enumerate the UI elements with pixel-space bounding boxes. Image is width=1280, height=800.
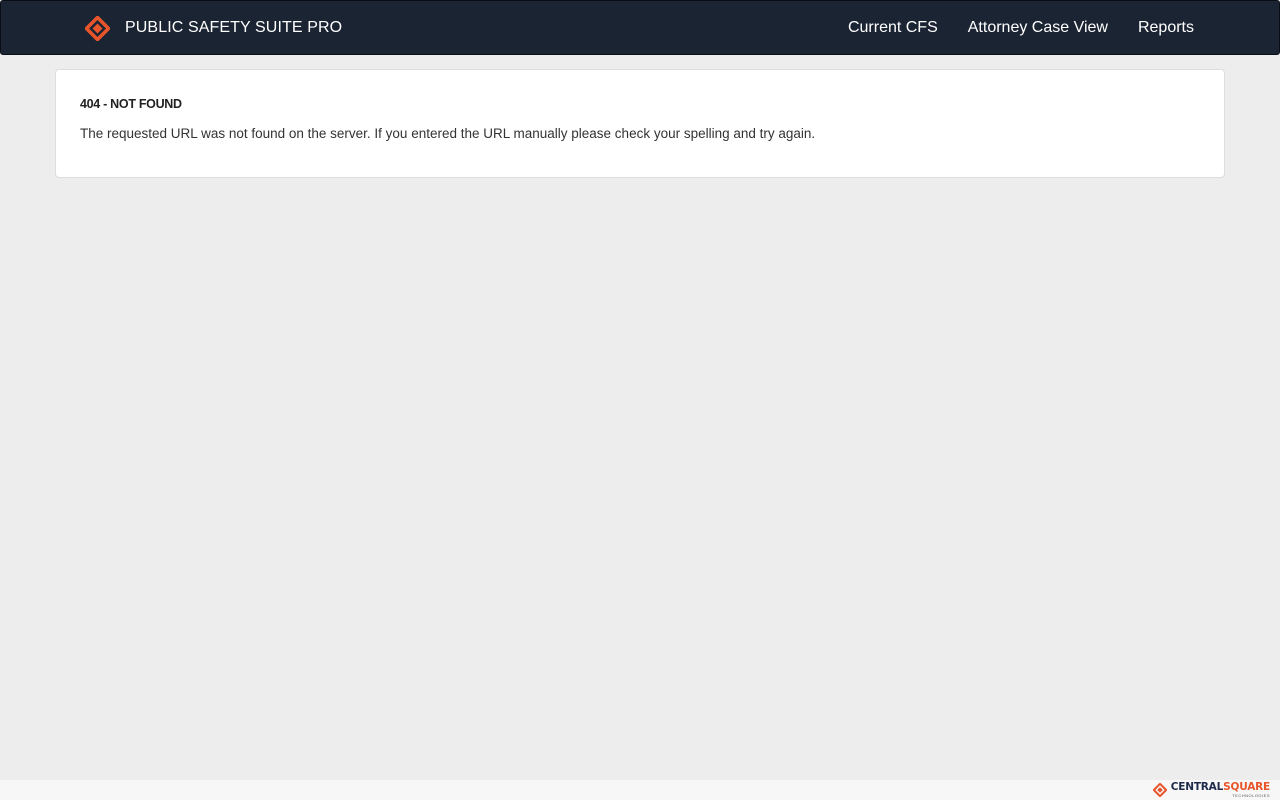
- nav-link-attorney-case-view[interactable]: Attorney Case View: [968, 19, 1108, 37]
- footer-brand-part-a: CENTRAL: [1170, 781, 1224, 794]
- brand-home-link[interactable]: PUBLIC SAFETY SUITE PRO: [85, 15, 342, 41]
- main-nav: Current CFS Attorney Case View Reports: [848, 1, 1194, 54]
- footer-logo-text: CENTRALSQUARE TECHNOLOGIES: [1171, 782, 1270, 798]
- footer-brand-name: CENTRALSQUARE: [1171, 782, 1270, 793]
- top-navbar: PUBLIC SAFETY SUITE PRO Current CFS Atto…: [0, 0, 1280, 55]
- centralsquare-logo-icon: [1152, 783, 1167, 797]
- centralsquare-logo-icon: [85, 15, 110, 41]
- nav-link-current-cfs[interactable]: Current CFS: [848, 19, 938, 37]
- footer-brand-part-b: SQUARE: [1223, 781, 1270, 794]
- error-panel: 404 - NOT FOUND The requested URL was no…: [55, 69, 1225, 178]
- nav-link-reports[interactable]: Reports: [1138, 19, 1194, 37]
- page-footer: CENTRALSQUARE TECHNOLOGIES: [0, 780, 1280, 800]
- error-message: The requested URL was not found on the s…: [80, 126, 816, 141]
- footer-logo: CENTRALSQUARE TECHNOLOGIES: [1152, 780, 1270, 800]
- footer-brand-subtitle: TECHNOLOGIES: [1232, 792, 1270, 798]
- error-title: 404 - NOT FOUND: [80, 97, 182, 111]
- app-title: PUBLIC SAFETY SUITE PRO: [125, 19, 343, 36]
